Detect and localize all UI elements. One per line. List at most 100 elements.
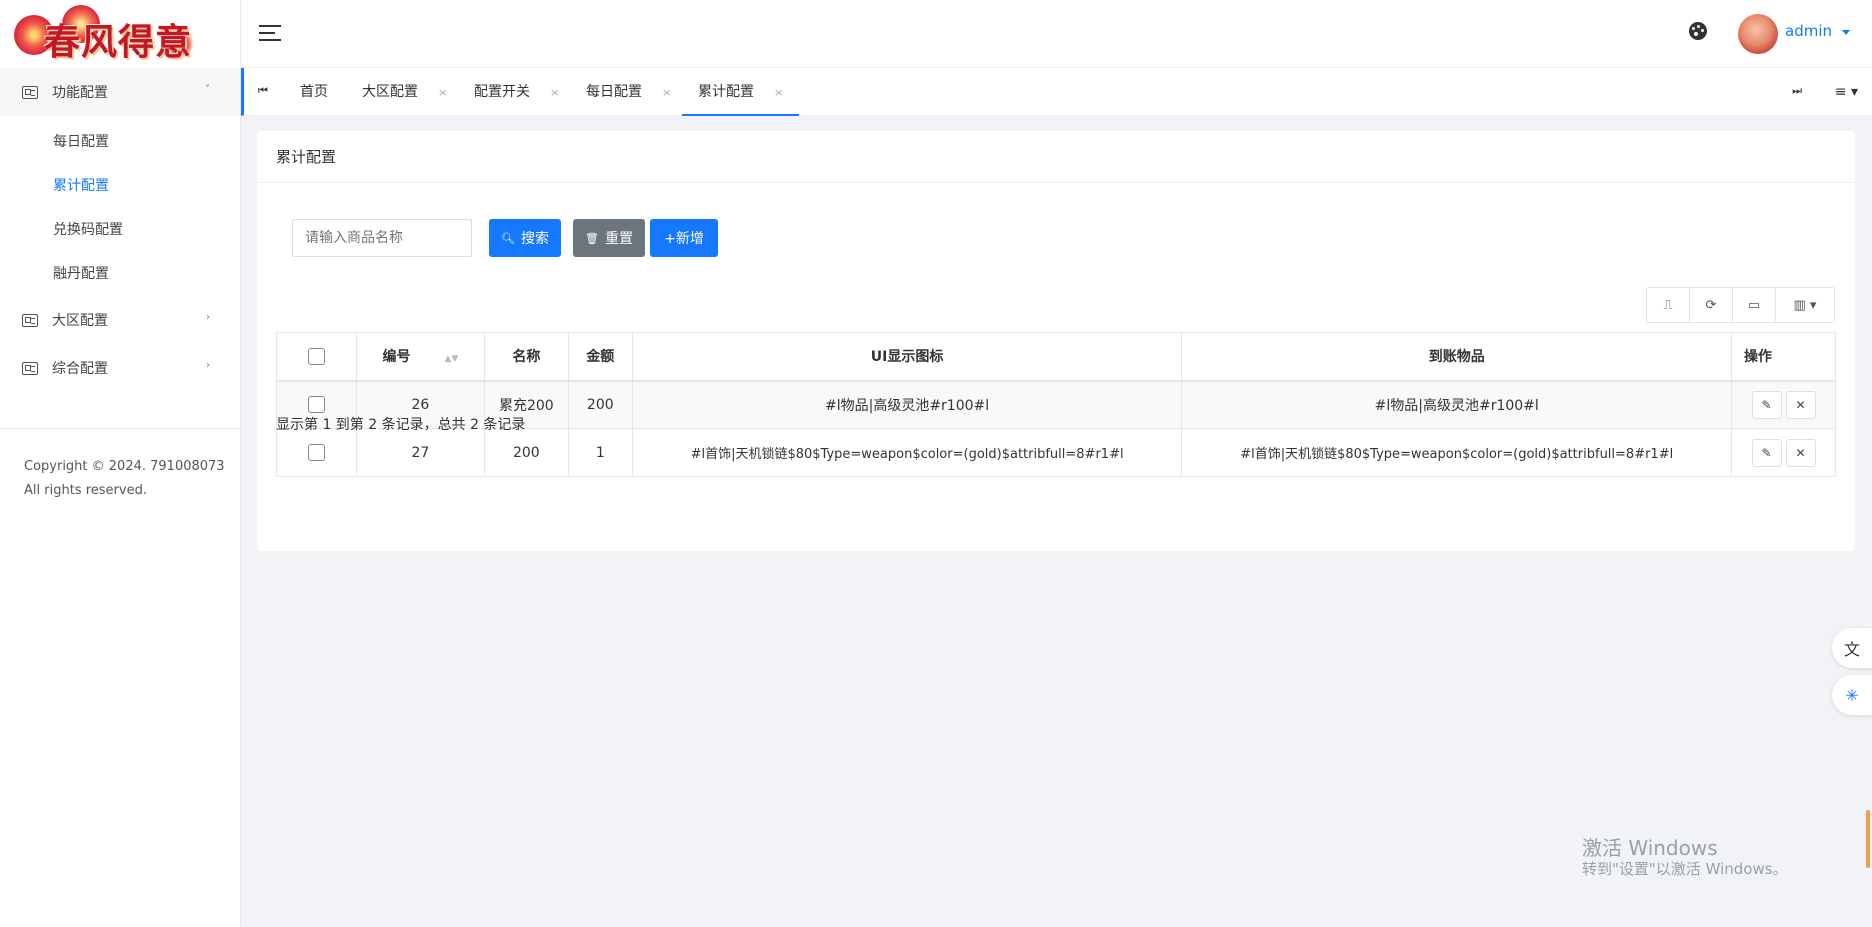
cell-amount: 1 [567, 428, 633, 477]
row-select-cell [276, 428, 357, 477]
pagination-info: 显示第 1 到第 2 条记录，总共 2 条记录 [276, 417, 526, 433]
table-header-row: 编号 ▲▼ 名称 金额 UI显示图标 到账物品 操作 [276, 332, 1836, 382]
submenu: 每日配置 累计配置 兑换码配置 融丹配置 [0, 116, 240, 296]
sort-icon[interactable]: ▲▼ [444, 354, 458, 364]
copyright-line: All rights reserved. [24, 483, 147, 498]
menu-label: 功能配置 [52, 85, 108, 101]
tab-home[interactable]: 首页 [284, 68, 344, 116]
close-icon[interactable]: × [662, 86, 671, 99]
activation-watermark-title: 激活 Windows [1582, 836, 1718, 860]
tab-label: 累计配置 [698, 84, 754, 100]
cell-actions: ✎ ✕ [1731, 428, 1836, 477]
tabs-scroll-left-icon[interactable]: ⏮ [258, 84, 268, 98]
close-icon[interactable]: × [774, 86, 783, 99]
reset-button[interactable]: 🗑︎ 重置 [573, 219, 645, 257]
tab-config-switch[interactable]: 配置开关 × [458, 68, 575, 116]
menu-label: 大区配置 [52, 313, 108, 329]
tab-cumulative-config[interactable]: 累计配置 × [682, 68, 800, 116]
menu-list-icon [22, 361, 38, 375]
select-all-checkbox[interactable] [307, 347, 325, 365]
menu-toggle-icon[interactable] [259, 25, 281, 42]
palette-icon[interactable] [1689, 22, 1707, 40]
menu-general-config[interactable]: 综合配置 › [0, 344, 240, 392]
edit-button[interactable]: ✎ [1751, 438, 1782, 467]
table-row: 27 200 1 #l首饰|天机锁链$80$Type=weapon$color=… [276, 428, 1836, 477]
network-icon[interactable]: ✳ [1832, 675, 1872, 715]
cell-amount: 200 [567, 380, 633, 429]
tab-label: 每日配置 [586, 84, 642, 100]
page-title: 累计配置 [257, 131, 1855, 183]
copyright: Copyright © 2024. 791008073 All rights r… [24, 455, 225, 503]
top-header: admin [241, 0, 1872, 68]
logo[interactable]: 春风得意 [0, 0, 240, 68]
close-icon: ✕ [1795, 397, 1806, 412]
logo-image: 春风得意 [14, 5, 212, 63]
column-header-ui-icon: UI显示图标 [631, 332, 1183, 382]
toggle-search-icon[interactable]: ⎍ [1647, 288, 1690, 322]
cell-ui-icon: #l物品|高级灵池#r100#l [631, 380, 1183, 429]
chevron-right-icon: › [206, 360, 210, 371]
tab-label: 首页 [300, 84, 328, 100]
column-header-amount: 金额 [567, 332, 633, 382]
button-label: +新增 [664, 231, 704, 247]
logo-text: 春风得意 [44, 21, 193, 63]
username[interactable]: admin [1785, 22, 1832, 40]
tab-label: 配置开关 [474, 84, 530, 100]
close-icon: ✕ [1795, 445, 1806, 460]
close-icon[interactable]: × [550, 86, 559, 99]
menu-label: 综合配置 [52, 361, 108, 377]
sidebar-item-redeem-code-config[interactable]: 兑换码配置 [0, 208, 240, 252]
add-button[interactable]: +新增 [650, 219, 718, 257]
sidebar-item-daily-config[interactable]: 每日配置 [0, 120, 240, 164]
menu-region-config[interactable]: 大区配置 › [0, 296, 240, 344]
avatar[interactable] [1738, 14, 1778, 54]
menu-group-function-config: 功能配置 ˅ 每日配置 累计配置 兑换码配置 融丹配置 [0, 68, 240, 296]
column-header-actions: 操作 [1731, 332, 1836, 382]
copyright-line: Copyright © 2024. 791008073 [24, 459, 225, 474]
menu-list-icon [22, 85, 38, 99]
scroll-indicator[interactable] [1866, 810, 1870, 868]
delete-button[interactable]: ✕ [1785, 390, 1816, 419]
sidebar-item-cumulative-config[interactable]: 累计配置 [0, 164, 240, 208]
button-label: 重置 [604, 231, 633, 247]
row-checkbox[interactable] [307, 444, 325, 461]
select-all-cell [276, 332, 357, 382]
data-table: 编号 ▲▼ 名称 金额 UI显示图标 到账物品 操作 26 累充200 200 #… [276, 332, 1836, 477]
edit-button[interactable]: ✎ [1751, 390, 1782, 419]
chevron-down-icon: ˅ [205, 84, 210, 95]
tabs-menu-icon[interactable]: ≡ ▾ [1835, 84, 1858, 100]
search-button[interactable]: 🔍︎ 搜索 [489, 219, 561, 257]
cell-item: #l首饰|天机锁链$80$Type=weapon$color=(gold)$at… [1181, 428, 1733, 477]
tabs-scroll-right-icon[interactable]: ⏭ [1792, 84, 1802, 98]
fullscreen-icon[interactable]: ▭ [1733, 288, 1776, 322]
sidebar-item-fusion-config[interactable]: 融丹配置 [0, 252, 240, 296]
divider [0, 428, 241, 429]
activation-watermark-subtitle: 转到"设置"以激活 Windows。 [1582, 860, 1788, 878]
pencil-icon: ✎ [1761, 397, 1772, 412]
tabs-bar: ⏮ 首页 大区配置 × 配置开关 × 每日配置 × 累计配置 × ⏭ ≡ ▾ [241, 68, 1872, 116]
column-label: 编号 [382, 349, 411, 366]
columns-icon[interactable]: ▥ ▾ [1776, 288, 1834, 322]
translate-icon[interactable]: 文 [1832, 628, 1872, 668]
refresh-icon[interactable]: ⟳ [1690, 288, 1733, 322]
delete-button[interactable]: ✕ [1785, 438, 1816, 467]
column-header-id[interactable]: 编号 ▲▼ [355, 332, 485, 382]
pencil-icon: ✎ [1761, 445, 1772, 460]
cell-actions: ✎ ✕ [1731, 380, 1836, 429]
tab-label: 大区配置 [362, 84, 418, 100]
column-header-name: 名称 [483, 332, 569, 382]
button-label: 搜索 [520, 231, 549, 247]
cell-id: 27 [355, 428, 485, 477]
search-input[interactable] [292, 219, 472, 257]
tab-region-config[interactable]: 大区配置 × [346, 68, 463, 116]
column-header-item: 到账物品 [1181, 332, 1733, 382]
menu-list-icon [22, 313, 38, 327]
menu-function-config[interactable]: 功能配置 ˅ [0, 68, 240, 116]
tab-daily-config[interactable]: 每日配置 × [570, 68, 687, 116]
row-checkbox[interactable] [307, 396, 325, 414]
close-icon[interactable]: × [438, 86, 447, 99]
trash-icon: 🗑︎ [585, 231, 599, 245]
caret-down-icon[interactable] [1842, 30, 1850, 35]
cell-name: 200 [483, 428, 569, 477]
content-card: 累计配置 🔍︎ 搜索 🗑︎ 重置 +新增 ⎍ ⟳ ▭ ▥ ▾ 编号 ▲▼ 名称 金… [257, 131, 1855, 551]
